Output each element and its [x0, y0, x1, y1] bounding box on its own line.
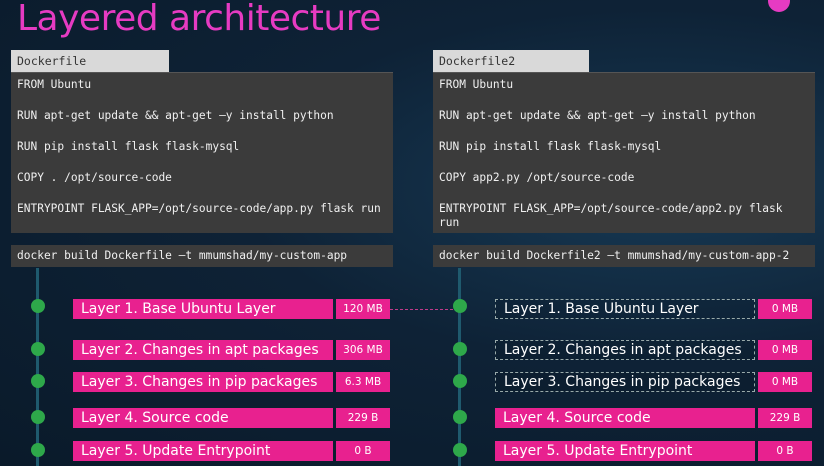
code-line: FROM Ubuntu	[439, 78, 514, 91]
code-line: FROM Ubuntu	[17, 78, 92, 91]
layer-size: 229 B	[758, 408, 812, 428]
layer-name: Layer 4. Source code	[73, 408, 333, 428]
layer-node	[31, 443, 45, 457]
layer-name: Layer 5. Update Entrypoint	[495, 441, 755, 461]
layer-node	[453, 374, 467, 388]
layer-size: 120 MB	[336, 299, 390, 319]
layer-size: 0 MB	[758, 372, 812, 392]
layer-node	[31, 299, 45, 313]
layer-row: Layer 5. Update Entrypoint 0 B	[73, 441, 390, 461]
layer-node	[453, 410, 467, 424]
code-line: COPY app2.py /opt/source-code	[439, 171, 635, 184]
code-line: RUN apt-get update && apt-get –y install…	[17, 109, 334, 122]
build-command: docker build Dockerfile2 –t mmumshad/my-…	[433, 245, 815, 267]
layer-name: Layer 2. Changes in apt packages	[73, 340, 333, 360]
layer-name: Layer 3. Changes in pip packages	[495, 372, 755, 392]
layer-name: Layer 1. Base Ubuntu Layer	[495, 299, 755, 319]
layer-size: 0 MB	[758, 340, 812, 360]
code-line: COPY . /opt/source-code	[17, 171, 172, 184]
layer-node	[453, 342, 467, 356]
dockerfile-tab[interactable]: Dockerfile	[11, 50, 169, 72]
dockerfile2-code: FROM Ubuntu RUN apt-get update && apt-ge…	[433, 72, 815, 233]
layer-name: Layer 4. Source code	[495, 408, 755, 428]
layer-row: Layer 5. Update Entrypoint 0 B	[495, 441, 812, 461]
code-line: ENTRYPOINT FLASK_APP=/opt/source-code/ap…	[439, 202, 790, 229]
layer-row: Layer 4. Source code 229 B	[73, 408, 390, 428]
layer-name: Layer 2. Changes in apt packages	[495, 340, 755, 360]
layer-size: 6.3 MB	[336, 372, 390, 392]
layer-row: Layer 3. Changes in pip packages 0 MB	[495, 372, 812, 392]
shared-layer-connector	[390, 309, 458, 310]
layer-size: 0 B	[758, 441, 812, 461]
layer-name: Layer 3. Changes in pip packages	[73, 372, 333, 392]
build-command: docker build Dockerfile –t mmumshad/my-c…	[11, 245, 393, 267]
dockerfile-panel: Dockerfile FROM Ubuntu RUN apt-get updat…	[11, 50, 393, 267]
layer-node	[453, 443, 467, 457]
layer-row: Layer 3. Changes in pip packages 6.3 MB	[73, 372, 390, 392]
layer-size: 0 MB	[758, 299, 812, 319]
dockerfile2-tab[interactable]: Dockerfile2	[433, 50, 589, 72]
layer-size: 229 B	[336, 408, 390, 428]
layer-node	[31, 342, 45, 356]
left-timeline	[36, 268, 39, 466]
layer-row: Layer 2. Changes in apt packages 306 MB	[73, 340, 390, 360]
code-line: RUN pip install flask flask-mysql	[439, 140, 662, 153]
code-line: ENTRYPOINT FLASK_APP=/opt/source-code/ap…	[17, 202, 381, 215]
layer-row: Layer 2. Changes in apt packages 0 MB	[495, 340, 812, 360]
layer-name: Layer 1. Base Ubuntu Layer	[73, 299, 333, 319]
dockerfile-code: FROM Ubuntu RUN apt-get update && apt-ge…	[11, 72, 393, 233]
layer-size: 0 B	[336, 441, 390, 461]
layer-name: Layer 5. Update Entrypoint	[73, 441, 333, 461]
layer-row: Layer 1. Base Ubuntu Layer 120 MB	[73, 299, 390, 319]
decorative-dot	[768, 0, 790, 12]
code-line: RUN pip install flask flask-mysql	[17, 140, 240, 153]
layer-row: Layer 1. Base Ubuntu Layer 0 MB	[495, 299, 812, 319]
layer-node	[453, 299, 467, 313]
layer-node	[31, 410, 45, 424]
code-line: RUN apt-get update && apt-get –y install…	[439, 109, 756, 122]
dockerfile2-panel: Dockerfile2 FROM Ubuntu RUN apt-get upda…	[433, 50, 815, 267]
page-title: Layered architecture	[17, 0, 381, 39]
layer-node	[31, 374, 45, 388]
right-timeline	[458, 268, 461, 466]
layer-row: Layer 4. Source code 229 B	[495, 408, 812, 428]
layer-size: 306 MB	[336, 340, 390, 360]
